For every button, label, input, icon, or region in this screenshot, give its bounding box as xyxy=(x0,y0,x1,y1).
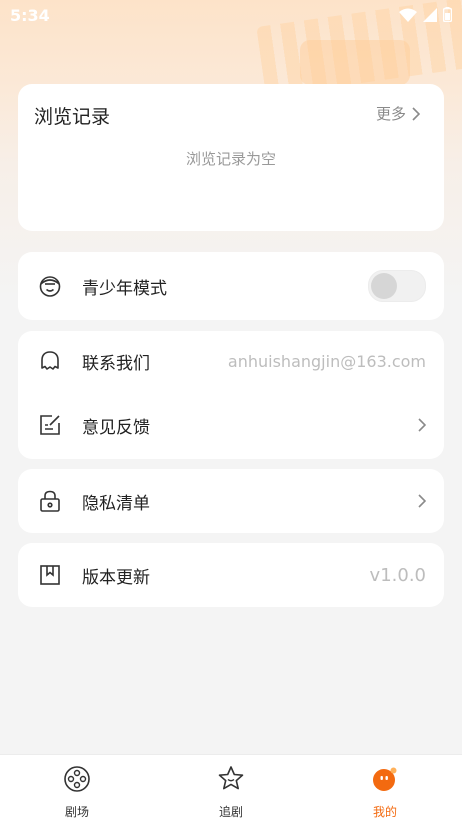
ticket-decoration xyxy=(300,40,410,85)
contact-row[interactable]: 联系我们 anhuishangjin@163.com xyxy=(18,331,444,391)
tab-theater-label: 剧场 xyxy=(64,805,89,819)
tab-theater[interactable]: 剧场 xyxy=(37,765,117,820)
history-card: 浏览记录 更多 浏览记录为空 xyxy=(18,84,444,231)
privacy-row[interactable]: 隐私清单 xyxy=(18,471,444,531)
history-title: 浏览记录 xyxy=(34,106,111,128)
history-more-link[interactable]: 更多 xyxy=(376,103,420,124)
version-value: v1.0.0 xyxy=(369,564,426,586)
feedback-label: 意见反馈 xyxy=(82,417,150,438)
tab-following-label: 追剧 xyxy=(218,805,243,819)
chat-bubble-icon xyxy=(41,351,59,370)
tab-following[interactable]: 追剧 xyxy=(191,765,271,820)
signal-icon xyxy=(423,7,437,22)
contact-email: anhuishangjin@163.com xyxy=(227,351,426,371)
privacy-label: 隐私清单 xyxy=(82,493,150,514)
edit-note-icon xyxy=(40,415,60,435)
tab-mine-label: 我的 xyxy=(372,805,397,819)
chevron-right-icon xyxy=(418,418,426,432)
version-label: 版本更新 xyxy=(82,567,150,588)
teen-face-icon xyxy=(39,276,61,297)
toggle-knob xyxy=(371,273,397,299)
star-face-icon xyxy=(218,766,244,790)
battery-icon xyxy=(443,7,452,22)
version-card: 版本更新 v1.0.0 xyxy=(18,543,444,607)
feedback-row[interactable]: 意见反馈 xyxy=(18,395,444,455)
lock-icon xyxy=(40,490,60,512)
film-reel-icon xyxy=(64,766,90,792)
version-row[interactable]: 版本更新 v1.0.0 xyxy=(18,545,444,605)
chevron-right-icon xyxy=(412,106,420,121)
status-icons xyxy=(399,7,452,22)
history-more-label: 更多 xyxy=(375,105,406,123)
contact-label: 联系我们 xyxy=(82,353,150,374)
teen-mode-toggle[interactable] xyxy=(368,270,426,302)
teen-mode-row: 青少年模式 xyxy=(18,256,444,316)
status-bar: 5:34 xyxy=(0,0,462,32)
contact-feedback-card: 联系我们 anhuishangjin@163.com 意见反馈 xyxy=(18,331,444,459)
teen-mode-card: 青少年模式 xyxy=(18,252,444,320)
teen-mode-label: 青少年模式 xyxy=(82,278,167,299)
chevron-right-icon xyxy=(418,494,426,508)
history-empty-text: 浏览记录为空 xyxy=(185,150,276,168)
bookmark-icon xyxy=(40,565,60,585)
status-time: 5:34 xyxy=(10,6,50,25)
profile-face-icon xyxy=(373,767,397,791)
privacy-card: 隐私清单 xyxy=(18,469,444,533)
bottom-tab-bar: 剧场 追剧 我的 xyxy=(0,754,462,823)
wifi-icon xyxy=(399,8,417,22)
tab-mine[interactable]: 我的 xyxy=(345,765,425,820)
